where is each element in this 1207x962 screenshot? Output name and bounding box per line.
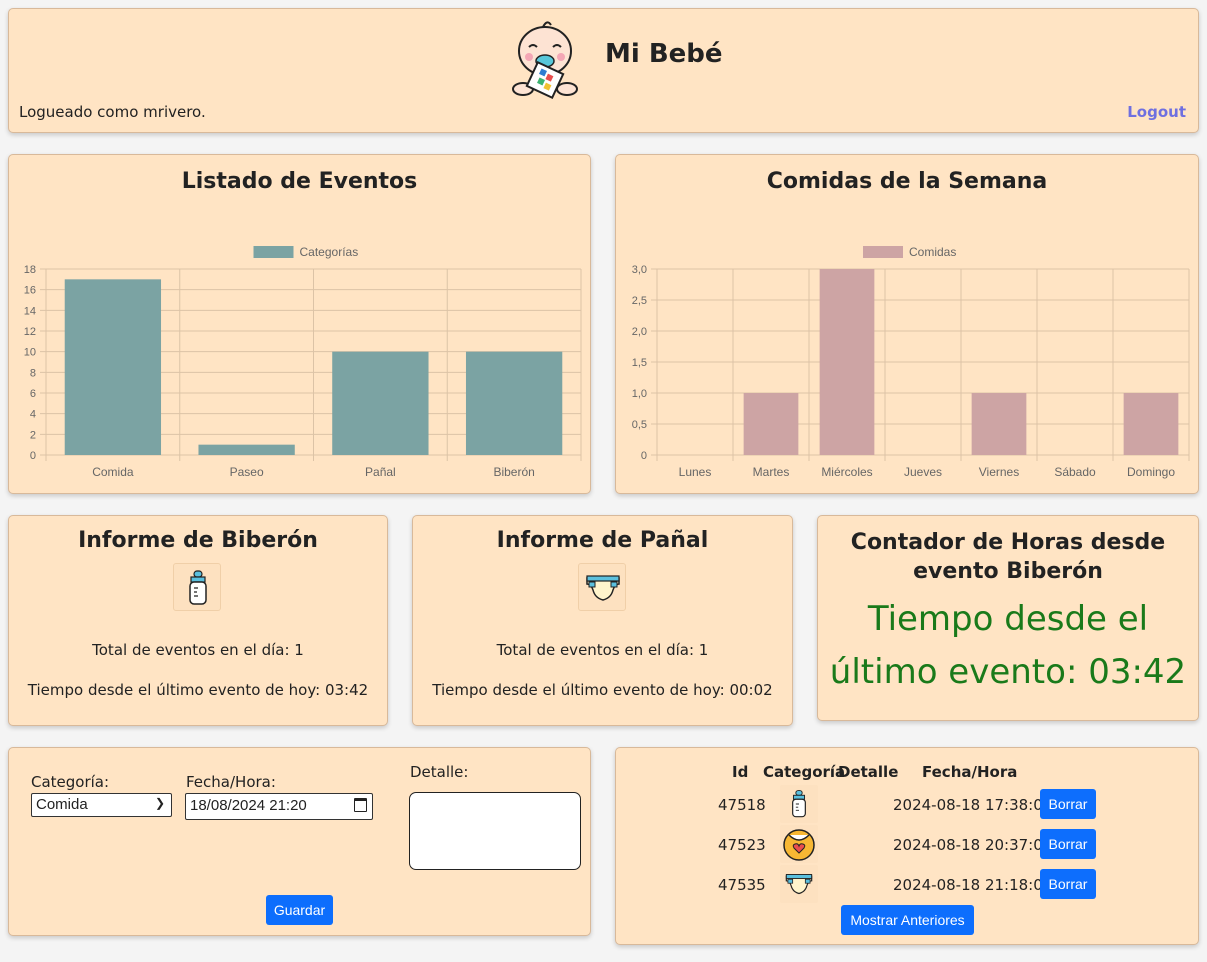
events-chart-card: Listado de Eventos Categorías 0 2 4 6 8 10 12 14…	[8, 154, 591, 494]
row-id: 47535	[718, 876, 766, 894]
events-bar-chart: Categorías 0 2 4 6 8 10 12 14 16 18 Comida Paseo Paña…	[24, 245, 582, 479]
category-select-value: Comida	[36, 796, 88, 813]
y-tick-label: 18	[24, 264, 36, 276]
meals-bar-chart: Comidas 0 0,5 1,0 1,5 2,0 2,5 3,0 Lunes Martes Mié…	[632, 245, 1190, 479]
meals-chart-card: Comidas de la Semana Comidas 0 0,5 1,0 1,5 2,…	[615, 154, 1199, 494]
row-datetime: 2024-08-18 21:18:00	[893, 876, 1053, 894]
detail-label: Detalle:	[410, 763, 469, 781]
x-tick-label: Sábado	[1054, 465, 1096, 479]
delete-button[interactable]: Borrar	[1040, 829, 1096, 859]
x-tick-label: Biberón	[493, 465, 534, 479]
show-previous-button[interactable]: Mostrar Anteriores	[841, 905, 974, 935]
bar-miércoles[interactable]	[819, 269, 875, 455]
hours-counter-card: Contador de Horas desde evento Biberón T…	[817, 515, 1199, 721]
y-tick-label: 10	[24, 347, 36, 359]
delete-button[interactable]: Borrar	[1040, 789, 1096, 819]
diaper-report-title: Informe de Pañal	[496, 528, 709, 553]
y-tick-label: 8	[30, 367, 36, 379]
column-header-detail: Detalle	[838, 763, 899, 781]
datetime-input-value: 18/08/2024 21:20	[190, 797, 307, 814]
y-tick-label: 1,0	[632, 388, 647, 400]
column-header-category: Categoría	[763, 763, 846, 781]
datetime-input[interactable]: 18/08/2024 21:20	[185, 793, 373, 820]
hours-counter-title: Contador de Horas desde evento Biberón	[850, 530, 1166, 584]
y-tick-label: 1,5	[632, 357, 647, 369]
chevron-down-icon: ❯	[154, 796, 165, 810]
legend-label[interactable]: Categorías	[300, 245, 359, 259]
bar-domingo[interactable]	[1123, 393, 1179, 455]
legend-swatch[interactable]	[863, 246, 903, 258]
calendar-icon[interactable]	[354, 798, 367, 812]
row-datetime: 2024-08-18 20:37:00	[893, 836, 1053, 854]
hours-counter-line2: último evento: 03:42	[829, 652, 1187, 692]
baby-logo-icon	[512, 21, 578, 100]
bottle-report-title: Informe de Biberón	[78, 528, 318, 553]
diaper-since-text: Tiempo desde el último evento de hoy: 00…	[432, 681, 773, 699]
y-tick-label: 4	[30, 409, 36, 421]
hours-counter-line1: Tiempo desde el	[867, 599, 1149, 639]
baby-bottle-icon	[173, 563, 221, 611]
bar-martes[interactable]	[743, 393, 799, 455]
bar-comida[interactable]	[64, 279, 162, 455]
x-tick-label: Pañal	[365, 465, 396, 479]
bib-icon	[780, 825, 818, 863]
bar-pañal[interactable]	[332, 351, 429, 455]
logged-in-user-text: Logueado como mrivero.	[19, 103, 206, 121]
y-tick-label: 3,0	[632, 264, 647, 276]
category-select[interactable]: Comida ❯	[31, 793, 172, 817]
datetime-label: Fecha/Hora:	[186, 773, 276, 791]
diaper-icon	[780, 865, 818, 903]
bar-viernes[interactable]	[971, 393, 1027, 455]
y-tick-label: 2,5	[632, 295, 647, 307]
y-tick-label: 14	[24, 305, 36, 317]
events-table-card: Id Categoría Detalle Fecha/Hora 47518 20…	[615, 747, 1199, 945]
row-id: 47518	[718, 796, 766, 814]
app-title: Mi Bebé	[605, 39, 723, 69]
y-tick-label: 12	[24, 326, 36, 338]
y-tick-label: 0	[30, 450, 36, 462]
y-tick-label: 2,0	[632, 326, 647, 338]
y-tick-label: 0,5	[632, 419, 647, 431]
y-tick-label: 0	[641, 450, 647, 462]
x-tick-label: Comida	[92, 465, 134, 479]
logout-link[interactable]: Logout	[1127, 103, 1186, 121]
y-tick-label: 16	[24, 285, 36, 297]
bar-paseo[interactable]	[198, 444, 295, 455]
header-card: Mi Bebé Logueado como mrivero. Logout	[8, 8, 1199, 133]
x-tick-label: Paseo	[230, 465, 264, 479]
bottle-total-text: Total de eventos en el día: 1	[92, 641, 304, 659]
y-tick-label: 2	[30, 429, 36, 441]
x-tick-label: Lunes	[679, 465, 712, 479]
legend-label[interactable]: Comidas	[909, 245, 956, 259]
row-datetime: 2024-08-18 17:38:00	[893, 796, 1053, 814]
new-event-form: Categoría: Comida ❯ Fecha/Hora: 18/08/20…	[8, 747, 591, 936]
column-header-datetime: Fecha/Hora	[922, 763, 1018, 781]
column-header-id: Id	[732, 763, 749, 781]
legend-swatch[interactable]	[253, 246, 294, 258]
row-id: 47523	[718, 836, 766, 854]
category-label: Categoría:	[31, 773, 110, 791]
diaper-total-text: Total de eventos en el día: 1	[496, 641, 709, 659]
save-button[interactable]: Guardar	[266, 895, 333, 925]
hours-counter-value: Tiempo desde el último evento: 03:42	[818, 593, 1198, 699]
baby-bottle-icon	[780, 785, 818, 823]
diaper-icon	[578, 563, 626, 611]
bottle-since-text: Tiempo desde el último evento de hoy: 03…	[27, 681, 369, 699]
x-tick-label: Miércoles	[821, 465, 872, 479]
bar-biberón[interactable]	[465, 351, 563, 455]
diaper-report-card: Informe de Pañal Total de eventos en el …	[412, 515, 793, 726]
delete-button[interactable]: Borrar	[1040, 869, 1096, 899]
x-tick-label: Jueves	[904, 465, 942, 479]
detail-textarea[interactable]	[409, 792, 581, 870]
y-tick-label: 6	[30, 388, 36, 400]
bottle-report-card: Informe de Biberón Total de eventos en e…	[8, 515, 388, 726]
x-tick-label: Domingo	[1127, 465, 1175, 479]
x-tick-label: Viernes	[979, 465, 1019, 479]
x-tick-label: Martes	[753, 465, 790, 479]
